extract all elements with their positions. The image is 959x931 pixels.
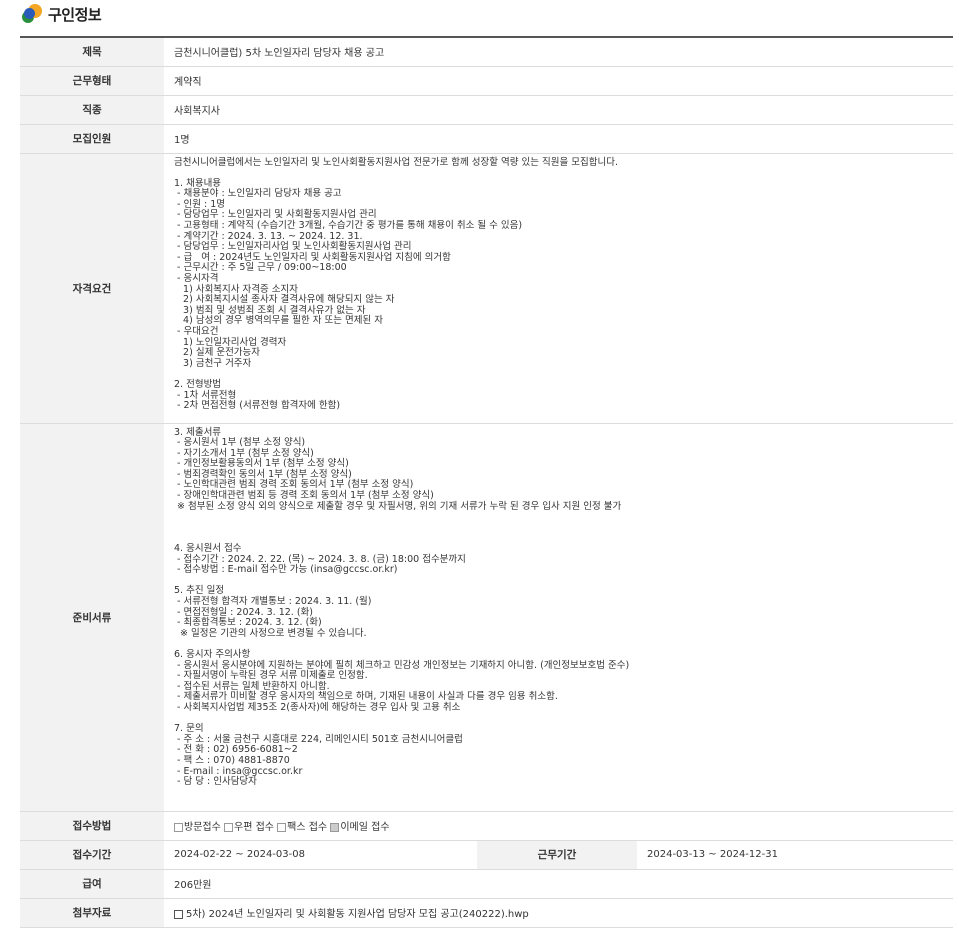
apply-option: 방문접수 [174, 822, 221, 833]
logo-icon [20, 3, 42, 25]
value-work-period: 2024-03-13 ~ 2024-12-31 [637, 840, 953, 870]
label-job: 직종 [20, 95, 164, 125]
label-work-type: 근무형태 [20, 66, 164, 96]
label-qualifications: 자격요건 [20, 153, 164, 424]
row-qualifications: 자격요건 금천시니어클럽에서는 노인일자리 및 노인사회활동지원사업 전문가로 … [20, 153, 953, 424]
apply-option: 우편 접수 [224, 822, 274, 833]
row-attachment: 첨부자료 5차) 2024년 노인일자리 및 사회활동 지원사업 담당자 모집 … [20, 898, 953, 928]
apply-option: 이메일 접수 [330, 822, 390, 833]
label-apply-method: 접수방법 [20, 811, 164, 841]
label-openings: 모집인원 [20, 124, 164, 154]
checkbox-fax [277, 822, 287, 832]
label-apply-period: 접수기간 [20, 840, 164, 870]
row-work-type: 근무형태 계약직 [20, 66, 953, 96]
apply-option: 팩스 접수 [277, 822, 327, 833]
checkbox-post [224, 822, 233, 832]
value-job: 사회복지사 [164, 95, 953, 125]
page-title: 구인정보 [48, 5, 102, 24]
value-salary: 206만원 [164, 869, 953, 899]
checkbox-email [330, 822, 340, 832]
label-documents: 준비서류 [20, 423, 164, 812]
value-openings: 1명 [164, 124, 953, 154]
row-documents: 준비서류 3. 제출서류 - 응시원서 1부 (첨부 소정 양식) - 자기소개… [20, 423, 953, 812]
label-salary: 급여 [20, 869, 164, 899]
row-openings: 모집인원 1명 [20, 124, 953, 154]
value-qualifications: 금천시니어클럽에서는 노인일자리 및 노인사회활동지원사업 전문가로 함께 성장… [164, 153, 953, 424]
row-apply-method: 접수방법 방문접수 우편 접수 팩스 접수 이메일 접수 [20, 811, 953, 841]
row-title: 제목 금천시니어클럽) 5차 노인일자리 담당자 채용 공고 [20, 37, 953, 67]
value-title: 금천시니어클럽) 5차 노인일자리 담당자 채용 공고 [164, 37, 953, 67]
row-period: 접수기간 2024-02-22 ~ 2024-03-08 근무기간 2024-0… [20, 840, 953, 870]
label-work-period: 근무기간 [477, 840, 637, 870]
value-apply-method: 방문접수 우편 접수 팩스 접수 이메일 접수 [164, 811, 953, 841]
value-attachment: 5차) 2024년 노인일자리 및 사회활동 지원사업 담당자 모집 공고(24… [164, 898, 953, 928]
page-header: 구인정보 [20, 0, 102, 28]
row-job: 직종 사회복지사 [20, 95, 953, 125]
file-icon [174, 909, 183, 919]
checkbox-visit [174, 822, 183, 832]
row-salary: 급여 206만원 [20, 869, 953, 899]
value-apply-period: 2024-02-22 ~ 2024-03-08 [164, 840, 477, 870]
label-attachment: 첨부자료 [20, 898, 164, 928]
value-work-type: 계약직 [164, 66, 953, 96]
value-documents: 3. 제출서류 - 응시원서 1부 (첨부 소정 양식) - 자기소개서 1부 … [164, 423, 953, 812]
job-info-table: 제목 금천시니어클럽) 5차 노인일자리 담당자 채용 공고 근무형태 계약직 … [20, 36, 953, 928]
label-title: 제목 [20, 37, 164, 67]
attachment-link[interactable]: 5차) 2024년 노인일자리 및 사회활동 지원사업 담당자 모집 공고(24… [186, 909, 529, 920]
